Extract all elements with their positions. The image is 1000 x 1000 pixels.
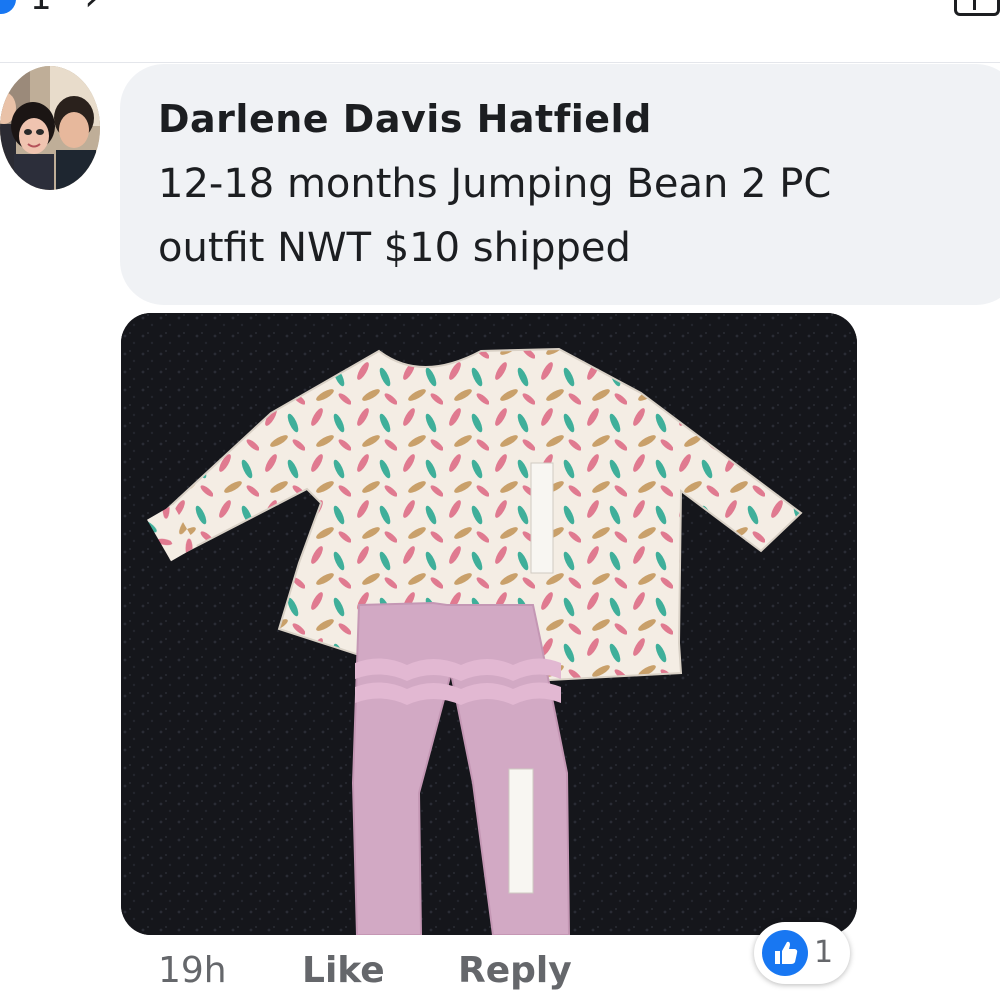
comment-timestamp[interactable]: 19h xyxy=(158,946,227,996)
like-button[interactable]: Like xyxy=(302,946,385,996)
top-bar: 1 › xyxy=(0,0,1000,62)
reaction-count: 1 xyxy=(814,935,834,970)
reply-button[interactable]: Reply xyxy=(458,946,572,996)
chevron-right-icon[interactable]: › xyxy=(84,0,100,20)
avatar[interactable] xyxy=(0,66,100,190)
comment-bubble: Darlene Davis Hatfield 12-18 months Jump… xyxy=(120,64,1000,305)
outfit-photo xyxy=(121,313,857,935)
comment-text-line-2: outfit NWT $10 shipped xyxy=(158,225,631,271)
comment-text-line-1: 12-18 months Jumping Bean 2 PC xyxy=(158,161,832,207)
reaction-icon xyxy=(0,0,16,14)
divider xyxy=(0,62,1000,63)
attached-photo[interactable] xyxy=(121,313,857,935)
reactions-badge[interactable]: 1 xyxy=(754,922,850,984)
author-name[interactable]: Darlene Davis Hatfield xyxy=(158,90,984,148)
top-count: 1 xyxy=(30,0,52,18)
open-window-icon[interactable] xyxy=(954,0,1000,16)
thumbs-up-icon xyxy=(762,930,808,976)
comment-text: 12-18 months Jumping Bean 2 PC outfit NW… xyxy=(158,152,978,280)
profile-photo xyxy=(0,66,100,190)
